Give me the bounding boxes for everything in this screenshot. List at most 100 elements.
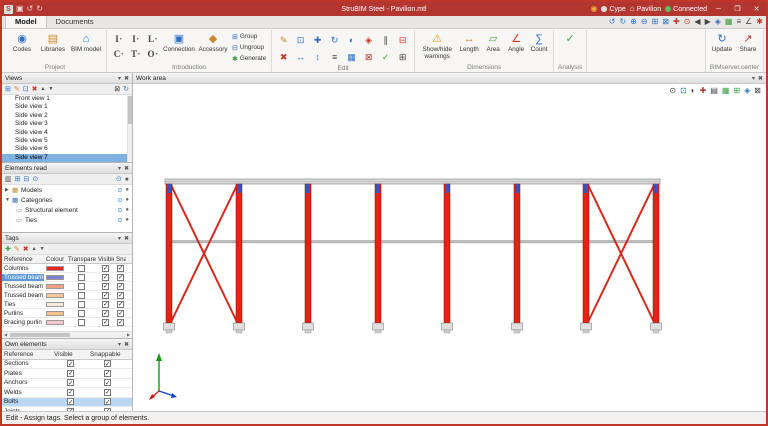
group-button[interactable]: ⊞ Group (230, 31, 268, 42)
row-snap-icon[interactable]: ● (125, 207, 129, 214)
tree-row-categories[interactable]: ▼ ▦ Categories ⊙ ● (2, 195, 132, 205)
tag-row[interactable]: Trussed beam 3 (2, 291, 132, 300)
move-tag-up-icon[interactable]: ▲ (32, 246, 37, 252)
list-icon[interactable]: ≡ (736, 17, 741, 27)
duplicate-view-icon[interactable]: ⊡ (23, 85, 29, 93)
show-all-icon[interactable]: ⊙ (32, 175, 38, 183)
match-icon[interactable]: ✓ (382, 52, 390, 62)
view-list-item[interactable]: Side view 6 (2, 145, 132, 153)
tags-collapse-icon[interactable]: ▾ (118, 235, 121, 242)
views-close-icon[interactable]: ✖ (124, 75, 129, 82)
generate-button[interactable]: ✱ Generate (230, 53, 268, 64)
redo-view-icon[interactable]: ↻ (620, 17, 627, 27)
move-view-down-icon[interactable]: ▼ (48, 86, 53, 92)
column-tool-button[interactable]: I ▾ (127, 31, 144, 46)
next-view-icon[interactable]: ▶ (705, 17, 711, 27)
snappable-checkbox[interactable] (103, 388, 111, 396)
collapse-caret-icon[interactable]: ▼ (5, 197, 12, 203)
undo-view-icon[interactable]: ↺ (609, 17, 616, 27)
visible-checkbox[interactable] (101, 318, 109, 326)
work-area-close-icon[interactable]: ✖ (758, 75, 763, 82)
move-icon[interactable]: ✚ (314, 35, 322, 45)
analysis-checks-button[interactable]: ✓ (557, 31, 583, 46)
elements-collapse-icon[interactable]: ▾ (118, 165, 121, 172)
tag-colour-swatch[interactable] (46, 319, 64, 325)
accessory-button[interactable]: ◆ Accessory (197, 31, 229, 53)
offset-icon[interactable]: ∥ (383, 35, 388, 45)
tree-row-structural-element[interactable]: ▭ Structural element ⊙ ● (2, 205, 132, 215)
delete-icon[interactable]: ✖ (280, 52, 288, 62)
row-visibility-icon[interactable]: ⊙ (117, 207, 122, 214)
own-element-row[interactable]: Welds (2, 388, 132, 398)
visible-checkbox[interactable] (66, 407, 74, 411)
row-visibility-icon[interactable]: ⊙ (117, 217, 122, 224)
filter-elements-icon[interactable]: ▥ (5, 175, 12, 183)
count-button[interactable]: ∑ Count (528, 31, 550, 53)
work-area-collapse-icon[interactable]: ▾ (752, 75, 755, 82)
save-icon[interactable]: ▣ (16, 4, 24, 14)
visible-checkbox[interactable] (101, 264, 109, 272)
angle-button[interactable]: ∠ Angle (505, 31, 527, 53)
transparent-checkbox[interactable] (77, 282, 85, 290)
transparent-checkbox[interactable] (77, 264, 85, 272)
align-icon[interactable]: ≡ (332, 52, 337, 62)
minimize-button[interactable]: ─ (711, 3, 726, 15)
snap-column-icon[interactable]: ● (125, 176, 129, 183)
extend-icon[interactable]: ↔ (296, 52, 305, 62)
mirror-icon[interactable]: ◐ (349, 35, 354, 45)
detach-view-icon[interactable]: ⊠ (114, 85, 120, 93)
view-list-item[interactable]: Side view 2 (2, 112, 132, 120)
snappable-checkbox[interactable] (116, 300, 124, 308)
redo-icon[interactable]: ↻ (36, 4, 43, 14)
elements-close-icon[interactable]: ✖ (124, 165, 129, 172)
delete-tag-icon[interactable]: ✖ (23, 245, 29, 253)
snappable-checkbox[interactable] (103, 379, 111, 387)
new-view-icon[interactable]: ⊞ (5, 85, 11, 93)
delete-view-icon[interactable]: ✖ (32, 85, 38, 93)
edit-tag-icon[interactable]: ✎ (14, 245, 20, 253)
row-snap-icon[interactable]: ● (125, 197, 129, 204)
own-elements-close-icon[interactable]: ✖ (124, 341, 129, 348)
beam-tool-button[interactable]: I ▾ (110, 31, 127, 46)
own-element-row[interactable]: Anchors (2, 378, 132, 388)
angle-tool-button[interactable]: L ▾ (144, 31, 161, 46)
zoom-window-icon[interactable]: ⊞ (652, 17, 659, 27)
transparent-checkbox[interactable] (77, 291, 85, 299)
visible-checkbox[interactable] (101, 300, 109, 308)
visible-checkbox[interactable] (66, 388, 74, 396)
transparent-checkbox[interactable] (77, 300, 85, 308)
show-hide-warnings-button[interactable]: ⚠ Show/hide warnings (418, 31, 456, 60)
expand-caret-icon[interactable]: ▶ (5, 187, 12, 193)
copy-icon[interactable]: ⊡ (297, 35, 305, 45)
scroll-right-icon[interactable]: ▶ (125, 332, 132, 338)
tags-horizontal-scrollbar[interactable]: ◀ ▶ (2, 331, 132, 338)
rotate-icon[interactable]: ↻ (331, 35, 339, 45)
expand-all-icon[interactable]: ⊞ (15, 175, 21, 183)
tag-colour-swatch[interactable] (46, 265, 64, 271)
maximize-button[interactable]: ❐ (730, 3, 745, 15)
view-list-item-selected[interactable]: Side view 7 (2, 153, 132, 162)
ungroup-button[interactable]: ⊟ Ungroup (230, 42, 268, 53)
tag-row[interactable]: Bracing purlin (2, 318, 132, 327)
view-list-item[interactable]: Front view 1 (2, 95, 132, 103)
visible-checkbox[interactable] (66, 379, 74, 387)
tag-row[interactable]: Ties (2, 300, 132, 309)
own-elements-collapse-icon[interactable]: ▾ (118, 341, 121, 348)
view-list-item[interactable]: Side view 5 (2, 137, 132, 145)
views-collapse-icon[interactable]: ▾ (118, 75, 121, 82)
tag-row[interactable]: Purlins (2, 309, 132, 318)
snappable-checkbox[interactable] (116, 309, 124, 317)
connection-button[interactable]: ▣ Connection (162, 31, 196, 53)
grid-toggle-icon[interactable]: ▦ (725, 17, 733, 27)
zoom-in-icon[interactable]: ⊕ (630, 17, 637, 27)
pan-icon[interactable]: ✚ (673, 17, 680, 27)
tree-row-ties[interactable]: ▭ Ties ⊙ ● (2, 215, 132, 225)
libraries-button[interactable]: ▤ Libraries (38, 31, 68, 53)
snappable-checkbox[interactable] (103, 398, 111, 406)
row-snap-icon[interactable]: ● (125, 217, 129, 224)
perspective-icon[interactable]: ◈ (715, 17, 721, 27)
orbit-icon[interactable]: ⊙ (684, 17, 691, 27)
scale-icon[interactable]: ◈ (365, 35, 372, 45)
tab-documents[interactable]: Documents (47, 16, 103, 28)
previous-view-icon[interactable]: ◀ (694, 17, 700, 27)
